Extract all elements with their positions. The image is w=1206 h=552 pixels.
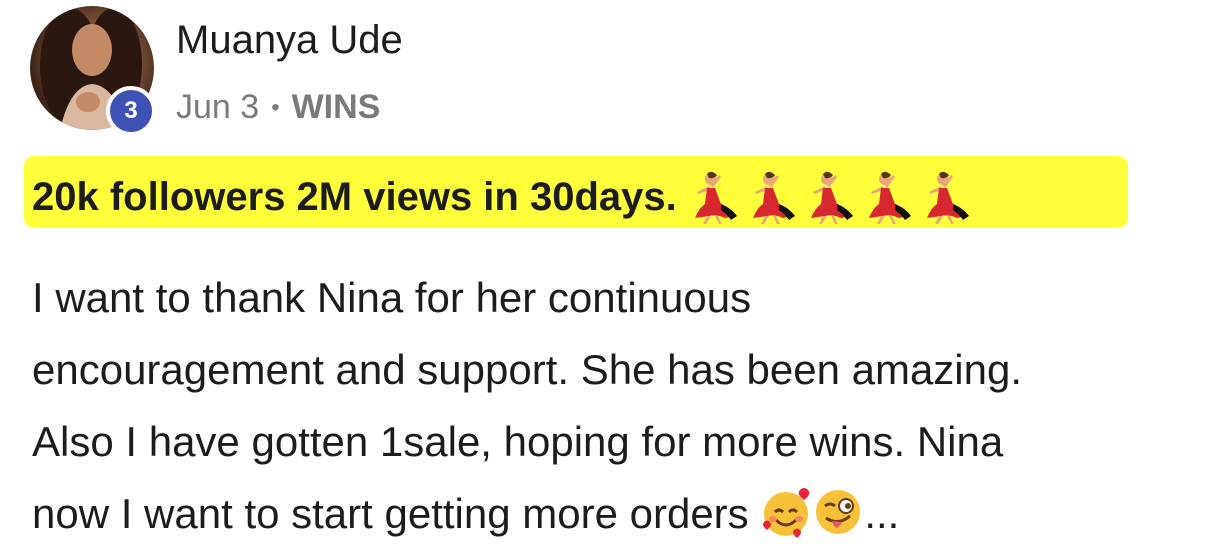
headline-emoji-group xyxy=(681,170,971,224)
smiling-face-with-hearts-icon xyxy=(763,488,810,538)
post-date[interactable]: Jun 3 xyxy=(176,88,259,127)
woman-dancing-icon xyxy=(752,171,795,224)
post-card: 3 Muanya Ude Jun 3 • WINS 20k followers … xyxy=(0,0,1206,552)
headline-text: 20k followers 2M views in 30days. xyxy=(32,174,677,219)
woman-dancing-icon xyxy=(926,171,969,224)
body-line: Also I have gotten 1sale, hoping for mor… xyxy=(32,418,1004,465)
body-last-line: now I want to start getting more orders … xyxy=(32,478,1192,550)
post-category[interactable]: WINS xyxy=(292,88,381,127)
post-meta: Jun 3 • WINS xyxy=(176,88,380,127)
body-line: now I want to start getting more orders xyxy=(32,490,749,537)
avatar-container[interactable]: 3 xyxy=(30,6,156,136)
post-headline: 20k followers 2M views in 30days. xyxy=(32,170,971,224)
author-name[interactable]: Muanya Ude xyxy=(176,18,403,63)
body-line: encouragement and support. She has been … xyxy=(32,346,1023,393)
post-body: I want to thank Nina for her continuous … xyxy=(32,262,1192,550)
body-line: I want to thank Nina for her continuous xyxy=(32,274,752,321)
winking-face-with-tongue-icon xyxy=(816,490,861,534)
woman-dancing-icon xyxy=(868,171,911,224)
see-more-ellipsis[interactable]: ... xyxy=(864,490,899,537)
woman-dancing-icon xyxy=(694,171,737,224)
woman-dancing-icon xyxy=(810,171,853,224)
notification-badge: 3 xyxy=(106,86,156,136)
meta-separator: • xyxy=(271,93,280,121)
